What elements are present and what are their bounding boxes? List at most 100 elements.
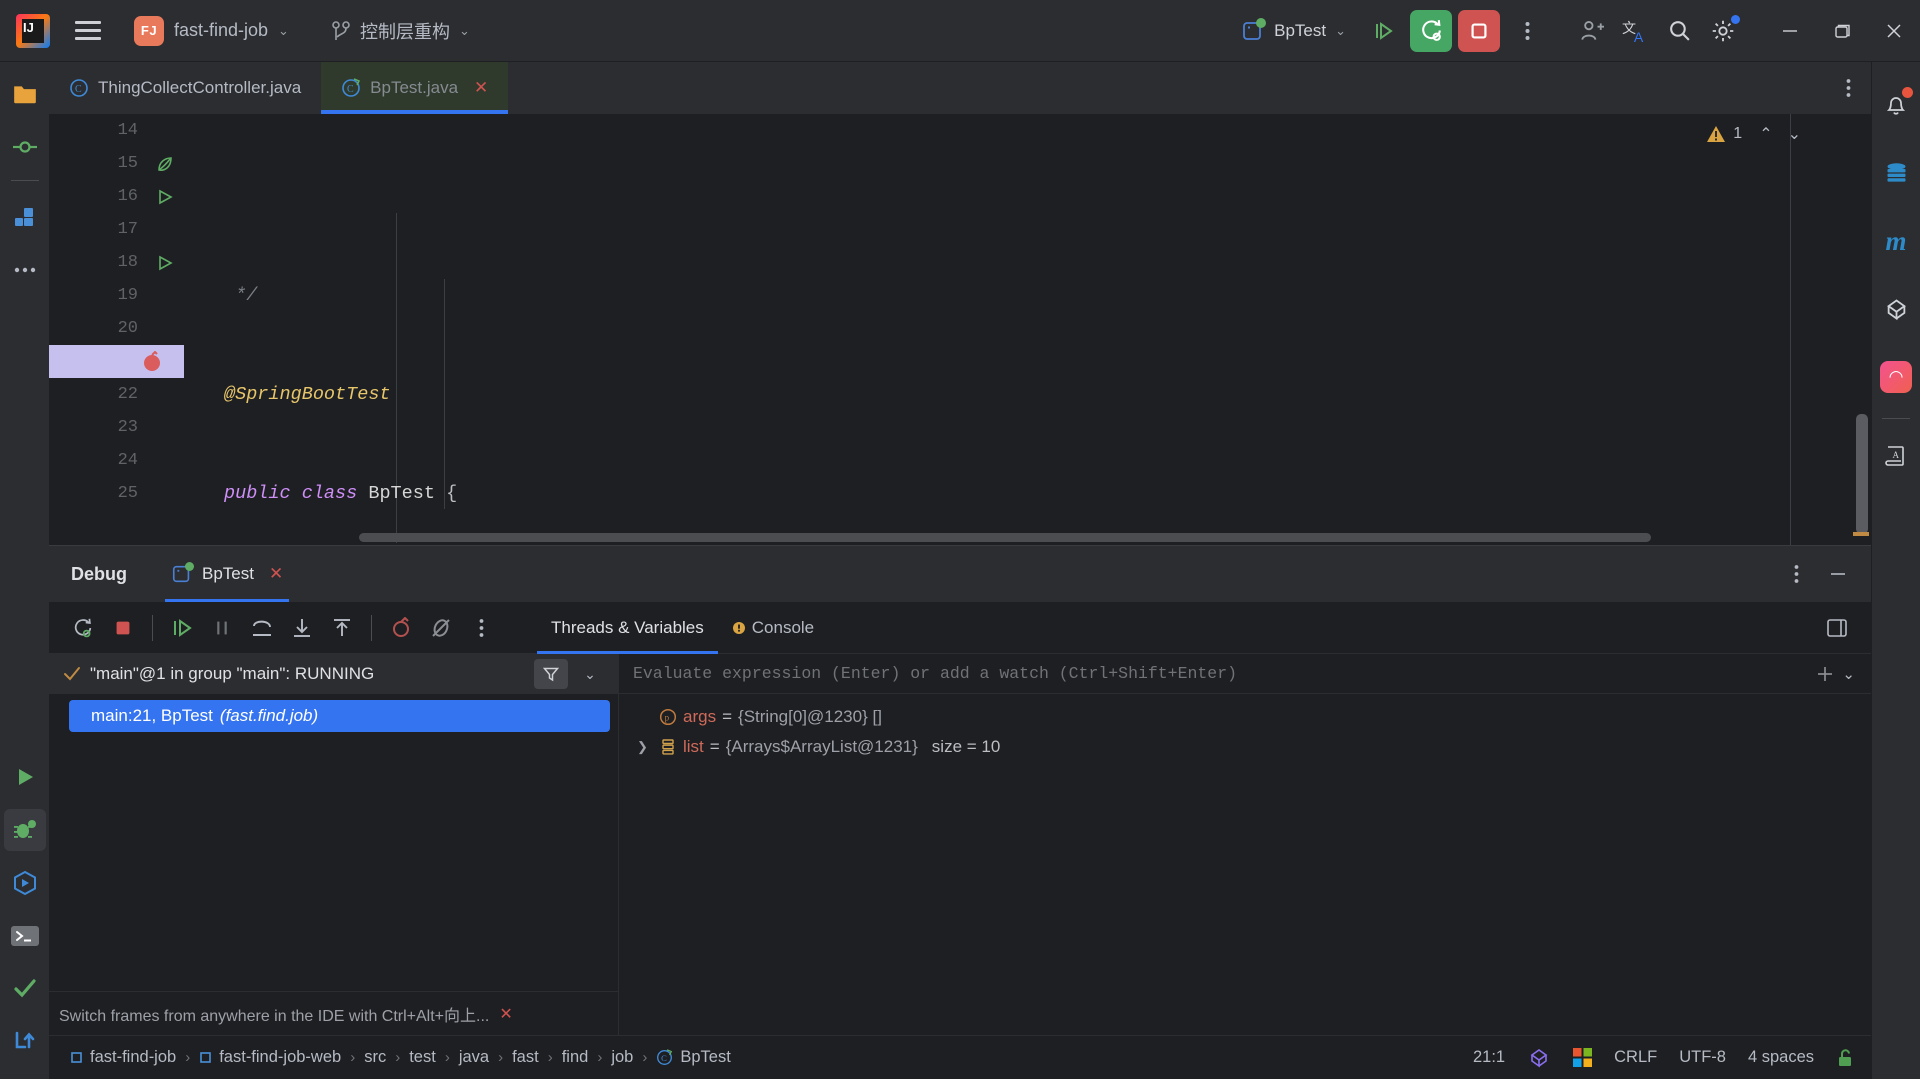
editor-tabs-options-icon[interactable]: [1825, 62, 1871, 114]
sidebar-item-debug[interactable]: [3, 809, 46, 851]
chevron-down-icon[interactable]: ⌄: [1842, 665, 1855, 683]
run-configuration-selector[interactable]: BpTest ⌄: [1231, 15, 1356, 47]
tab-threads-and-variables[interactable]: Threads & Variables: [537, 602, 718, 654]
variable-row-args[interactable]: p args = {String[0]@1230} []: [619, 702, 1871, 732]
debug-options-icon[interactable]: [1777, 555, 1815, 593]
encoding-widget[interactable]: UTF-8: [1679, 1048, 1726, 1067]
sidebar-item-terminal[interactable]: [4, 915, 46, 957]
project-widget[interactable]: FJ fast-find-job ⌄: [124, 12, 299, 50]
spring-leaf-icon[interactable]: [146, 154, 184, 174]
chevron-down-icon[interactable]: ⌄: [1788, 124, 1801, 144]
sidebar-item-structure[interactable]: [4, 196, 46, 238]
debug-session-tab[interactable]: BpTest ✕: [157, 546, 297, 602]
breadcrumb-item-fast-find-job[interactable]: fast-find-job: [61, 1048, 185, 1067]
breadcrumb-item-bptest[interactable]: C BpTest: [647, 1048, 739, 1067]
tab-console[interactable]: Console: [718, 602, 828, 654]
chevron-up-icon[interactable]: ⌃: [1759, 124, 1772, 144]
resume-button[interactable]: [162, 608, 202, 648]
step-into-button[interactable]: [282, 608, 322, 648]
rerun-button[interactable]: [63, 608, 103, 648]
indent-widget[interactable]: 4 spaces: [1748, 1048, 1814, 1067]
sidebar-item-more[interactable]: [4, 249, 46, 291]
breadcrumb-item-fast[interactable]: fast: [503, 1048, 548, 1067]
sidebar-item-problems[interactable]: [4, 968, 46, 1010]
notifications-icon[interactable]: [1875, 84, 1917, 126]
variables-list[interactable]: p args = {String[0]@1230} [] ❯ list = {A…: [619, 694, 1871, 1035]
code-editor[interactable]: 14 15 16 17 18 19 20 22 23 24 25 */ @Spr…: [49, 114, 1871, 545]
maximize-button[interactable]: [1816, 0, 1868, 62]
maven-m-icon[interactable]: m: [1875, 220, 1917, 262]
line-separator-widget[interactable]: CRLF: [1614, 1048, 1657, 1067]
search-everywhere-button[interactable]: [1658, 10, 1700, 52]
code-text-area[interactable]: */ @SpringBootTest public class BpTest {…: [184, 114, 1871, 545]
pause-button[interactable]: [202, 608, 242, 648]
more-actions-button[interactable]: [1506, 10, 1548, 52]
resume-program-button[interactable]: [1362, 10, 1404, 52]
breakpoint-icon[interactable]: [133, 350, 171, 373]
close-button[interactable]: [1868, 0, 1920, 62]
editor-vertical-scrollbar[interactable]: [1856, 414, 1868, 534]
stack-frames-list[interactable]: main:21, BpTest (fast.find.job): [49, 694, 618, 991]
unlocked-icon[interactable]: [1836, 1048, 1855, 1068]
close-icon[interactable]: ✕: [499, 1004, 512, 1024]
editor-tab-thingcollectcontroller[interactable]: C ThingCollectController.java: [49, 62, 321, 114]
line-number: 19: [117, 286, 138, 305]
thread-selector[interactable]: "main"@1 in group "main": RUNNING ⌄: [49, 654, 618, 694]
stop-button[interactable]: [1458, 9, 1500, 52]
sidebar-item-run[interactable]: [4, 756, 46, 798]
editor-tab-bptest[interactable]: C BpTest.java ✕: [321, 62, 509, 114]
git-branch-widget[interactable]: 控制层重构 ⌄: [323, 14, 478, 48]
lingma-icon[interactable]: ◠: [1875, 356, 1917, 398]
dictionary-icon[interactable]: A: [1875, 435, 1917, 477]
rerun-debug-button[interactable]: [1410, 9, 1452, 52]
svg-text:C: C: [75, 84, 82, 95]
sidebar-item-project[interactable]: [4, 73, 46, 115]
inspection-widget[interactable]: 1 ⌃ ⌄: [1706, 124, 1801, 144]
ai-assistant-icon[interactable]: [1527, 1046, 1551, 1070]
mute-breakpoints-button[interactable]: [421, 608, 461, 648]
breadcrumb-item-job[interactable]: job: [602, 1048, 642, 1067]
windows-icon[interactable]: [1573, 1048, 1593, 1067]
filter-threads-icon[interactable]: [534, 659, 568, 689]
sidebar-item-services[interactable]: [4, 862, 46, 904]
evaluate-expression-bar[interactable]: Evaluate expression (Enter) or add a wat…: [619, 654, 1871, 694]
editor-horizontal-scrollbar[interactable]: [359, 533, 1651, 542]
caret-position[interactable]: 21:1: [1473, 1048, 1505, 1067]
breadcrumb-item-fast-find-job-web[interactable]: fast-find-job-web: [190, 1048, 350, 1067]
translate-button[interactable]: 文 A: [1614, 10, 1656, 52]
debug-more-button[interactable]: [461, 608, 501, 648]
thread-dropdown-icon[interactable]: ⌄: [570, 654, 610, 694]
sidebar-item-git[interactable]: [4, 1021, 46, 1063]
breadcrumb-item-java[interactable]: java: [450, 1048, 498, 1067]
ai-assistant-icon[interactable]: [1875, 288, 1917, 330]
editor-gutter[interactable]: 14 15 16 17 18 19 20 22 23 24 25: [49, 114, 184, 545]
breadcrumb-item-test[interactable]: test: [400, 1048, 445, 1067]
main-menu-icon[interactable]: [68, 11, 108, 51]
frame-package: (fast.find.job): [219, 706, 319, 725]
hide-panel-icon[interactable]: [1819, 555, 1857, 593]
close-icon[interactable]: ✕: [269, 564, 283, 584]
view-breakpoints-button[interactable]: [381, 608, 421, 648]
step-out-button[interactable]: [322, 608, 362, 648]
breadcrumb-item-find[interactable]: find: [553, 1048, 598, 1067]
editor-marker-bar[interactable]: [1849, 114, 1871, 545]
expand-arrow-icon[interactable]: ❯: [637, 739, 653, 755]
run-test-gutter-icon[interactable]: [146, 188, 184, 206]
sidebar-item-commit[interactable]: [4, 126, 46, 168]
stack-frame-item[interactable]: main:21, BpTest (fast.find.job): [69, 700, 610, 732]
database-icon[interactable]: [1875, 152, 1917, 194]
close-icon[interactable]: ✕: [474, 78, 488, 98]
module-icon: [70, 1051, 83, 1064]
main-body: C ThingCollectController.java C BpTest.j…: [0, 62, 1920, 1079]
stop-button[interactable]: [103, 608, 143, 648]
variable-row-list[interactable]: ❯ list = {Arrays$ArrayList@1231} size = …: [619, 732, 1871, 762]
breadcrumb-item-src[interactable]: src: [355, 1048, 395, 1067]
add-watch-icon[interactable]: [1814, 663, 1836, 685]
run-method-gutter-icon[interactable]: [146, 254, 184, 272]
minimize-button[interactable]: [1764, 0, 1816, 62]
variable-name: list: [683, 737, 704, 756]
step-over-button[interactable]: [242, 608, 282, 648]
layout-settings-icon[interactable]: [1817, 608, 1857, 648]
code-with-me-button[interactable]: [1570, 10, 1612, 52]
settings-button[interactable]: [1702, 10, 1744, 52]
